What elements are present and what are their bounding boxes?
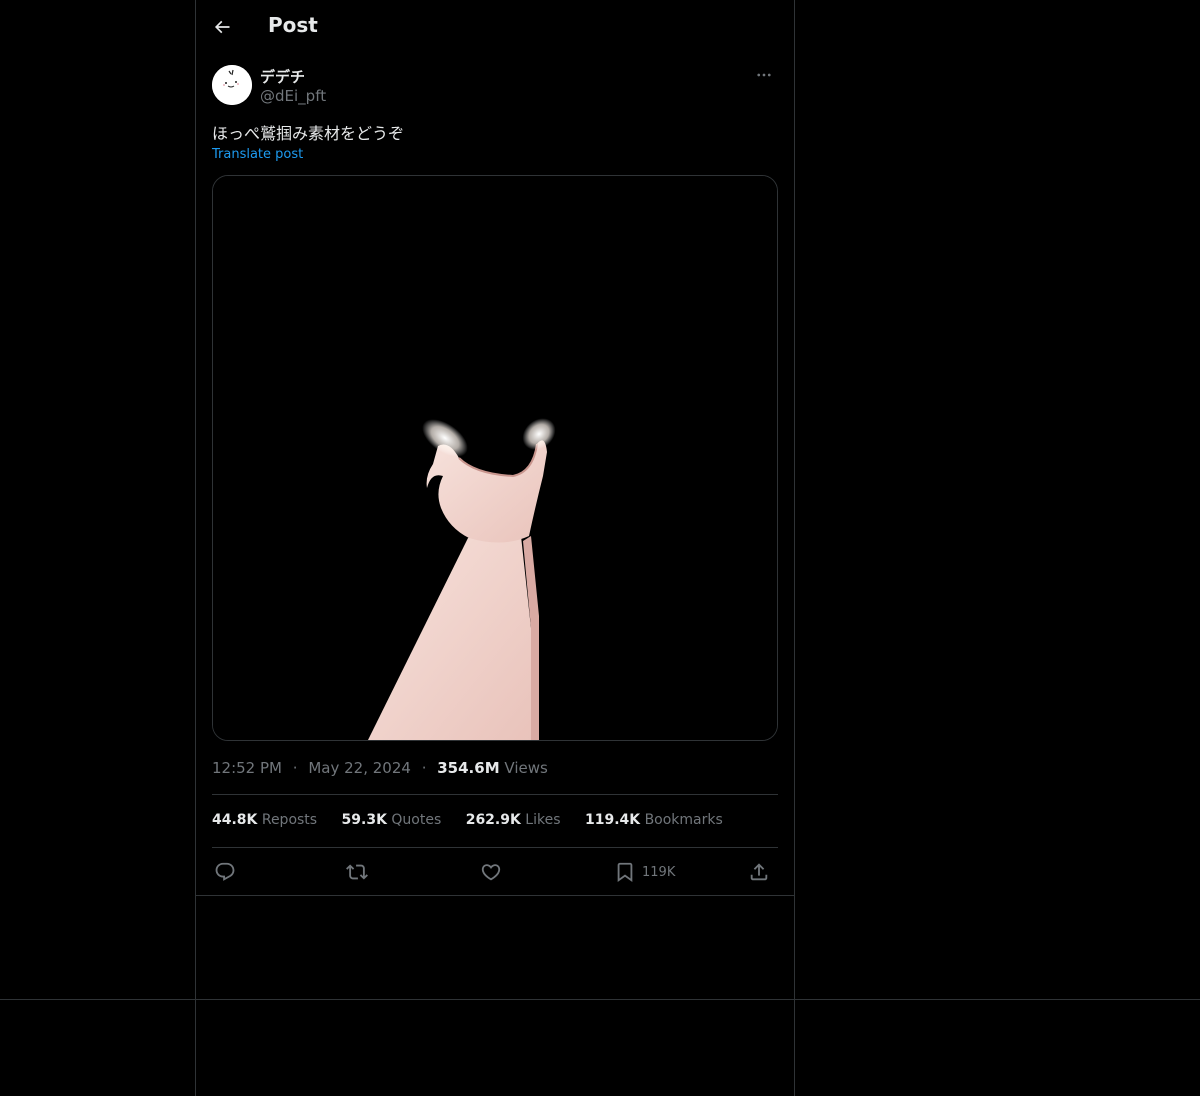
heart-icon [481,864,501,881]
actions-row: 119K [212,856,778,888]
bookmark-icon [617,862,633,883]
reply-icon [215,862,235,881]
author-name[interactable]: デデチ [260,66,305,87]
bookmark-button[interactable]: 119K [614,856,675,888]
bookmarks-count: 119.4K [584,812,641,828]
meta-separator: · [292,759,298,777]
post-column: Post デデチ @dEi_pft ほっぺ鷲掴み素材をどうぞ Translate… [196,0,794,896]
views-label: Views [504,759,548,777]
bottom-divider [0,999,1200,1000]
stats-row: 44.8K Reposts 59.3K Quotes 262.9K Likes … [212,812,743,828]
like-button[interactable] [480,856,502,888]
quotes-count: 59.3K [341,812,387,828]
reposts-label: Reposts [261,812,318,828]
post-time[interactable]: 12:52 PM [212,759,282,777]
hand-pinch-image [213,176,777,740]
column-border-left [195,0,196,1096]
views-count: 354.6M [437,759,500,777]
author-row: デデチ @dEi_pft [212,64,778,108]
reposts-stat[interactable]: 44.8K Reposts [212,812,317,828]
avatar-face-icon [212,65,252,105]
bookmarks-label: Bookmarks [644,812,723,828]
back-button[interactable] [206,11,238,43]
post-bottom-border [196,895,794,896]
reposts-count: 44.8K [212,812,258,828]
translate-post-link[interactable]: Translate post [212,147,303,162]
post-text: ほっぺ鷲掴み素材をどうぞ [212,124,405,143]
reply-button[interactable] [214,856,236,888]
avatar[interactable] [212,65,252,105]
column-border-right [794,0,795,1096]
repost-icon [346,864,368,880]
stats-divider-bottom [212,847,778,848]
quotes-stat[interactable]: 59.3K Quotes [342,812,442,828]
bookmarks-stat[interactable]: 119.4K Bookmarks [585,812,723,828]
meta-separator: · [421,759,427,777]
stats-divider-top [212,794,778,795]
post-date[interactable]: May 22, 2024 [308,759,411,777]
quotes-label: Quotes [391,812,442,828]
likes-count: 262.9K [465,812,521,828]
post-meta: 12:52 PM · May 22, 2024 · 354.6M Views [212,759,548,777]
more-options-button[interactable] [750,64,778,86]
page: Post デデチ @dEi_pft ほっぺ鷲掴み素材をどうぞ Translate… [0,0,1200,1096]
more-icon [757,73,771,77]
share-icon [750,863,768,881]
arrow-left-icon [214,20,230,34]
author-handle[interactable]: @dEi_pft [260,87,326,105]
likes-stat[interactable]: 262.9K Likes [466,812,561,828]
likes-label: Likes [525,812,561,828]
header: Post [196,0,794,54]
post-media[interactable] [212,175,778,741]
bookmark-count: 119K [642,864,676,880]
page-title: Post [268,13,318,37]
share-button[interactable] [748,856,770,888]
repost-button[interactable] [346,856,368,888]
